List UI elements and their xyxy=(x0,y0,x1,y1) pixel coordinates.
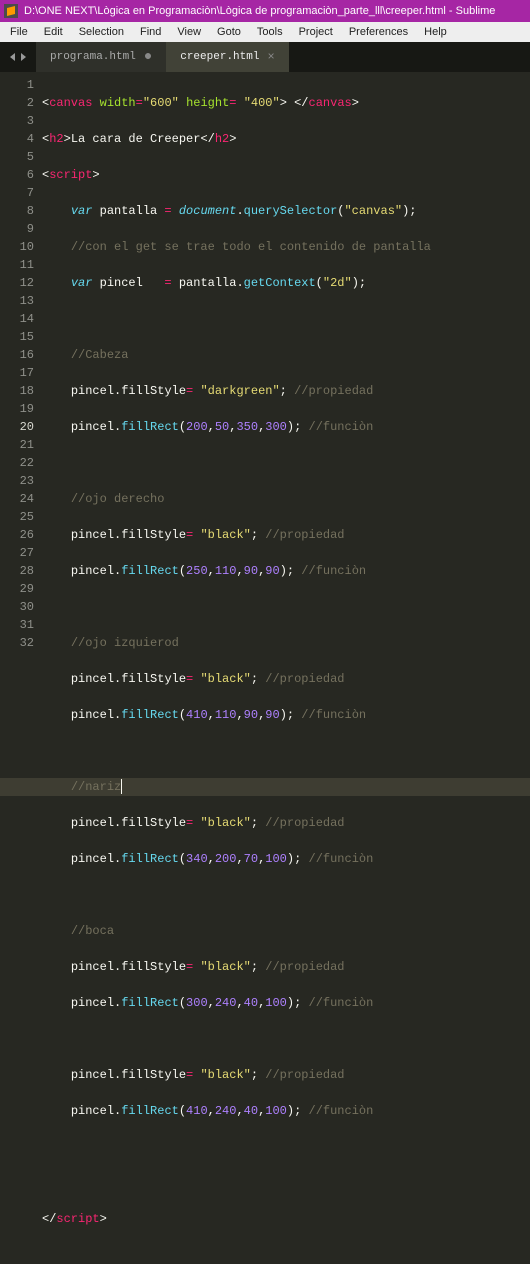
close-icon[interactable]: × xyxy=(267,50,274,64)
menu-preferences[interactable]: Preferences xyxy=(341,26,416,38)
menu-tools[interactable]: Tools xyxy=(249,26,291,38)
menu-edit[interactable]: Edit xyxy=(36,26,71,38)
menu-find[interactable]: Find xyxy=(132,26,169,38)
tab-programa[interactable]: programa.html ● xyxy=(36,42,166,72)
tab-next-icon[interactable] xyxy=(21,53,26,61)
window-title: D:\ONE NEXT\Lògica en Programaciòn\Lògic… xyxy=(24,5,495,17)
menu-help[interactable]: Help xyxy=(416,26,455,38)
menu-view[interactable]: View xyxy=(169,26,209,38)
text-cursor xyxy=(121,779,122,794)
active-line: //nariz xyxy=(42,778,530,796)
window-titlebar: D:\ONE NEXT\Lògica en Programaciòn\Lògic… xyxy=(0,0,530,22)
menu-bar: File Edit Selection Find View Goto Tools… xyxy=(0,22,530,42)
menu-project[interactable]: Project xyxy=(291,26,341,38)
code-area[interactable]: <canvas width="600" height= "400"> </can… xyxy=(42,72,530,675)
tab-prev-icon[interactable] xyxy=(10,53,15,61)
app-logo-icon xyxy=(4,4,18,18)
menu-selection[interactable]: Selection xyxy=(71,26,132,38)
menu-goto[interactable]: Goto xyxy=(209,26,249,38)
editor[interactable]: 1234567891011121314151617181920212223242… xyxy=(0,72,530,675)
tab-creeper[interactable]: creeper.html × xyxy=(166,42,288,72)
menu-file[interactable]: File xyxy=(2,26,36,38)
tab-nav-arrows xyxy=(0,42,36,72)
dirty-indicator-icon: ● xyxy=(144,50,152,64)
tab-bar: programa.html ● creeper.html × xyxy=(0,42,530,72)
tab-label: creeper.html xyxy=(180,51,259,63)
tab-label: programa.html xyxy=(50,51,136,63)
line-number-gutter: 1234567891011121314151617181920212223242… xyxy=(0,72,42,675)
